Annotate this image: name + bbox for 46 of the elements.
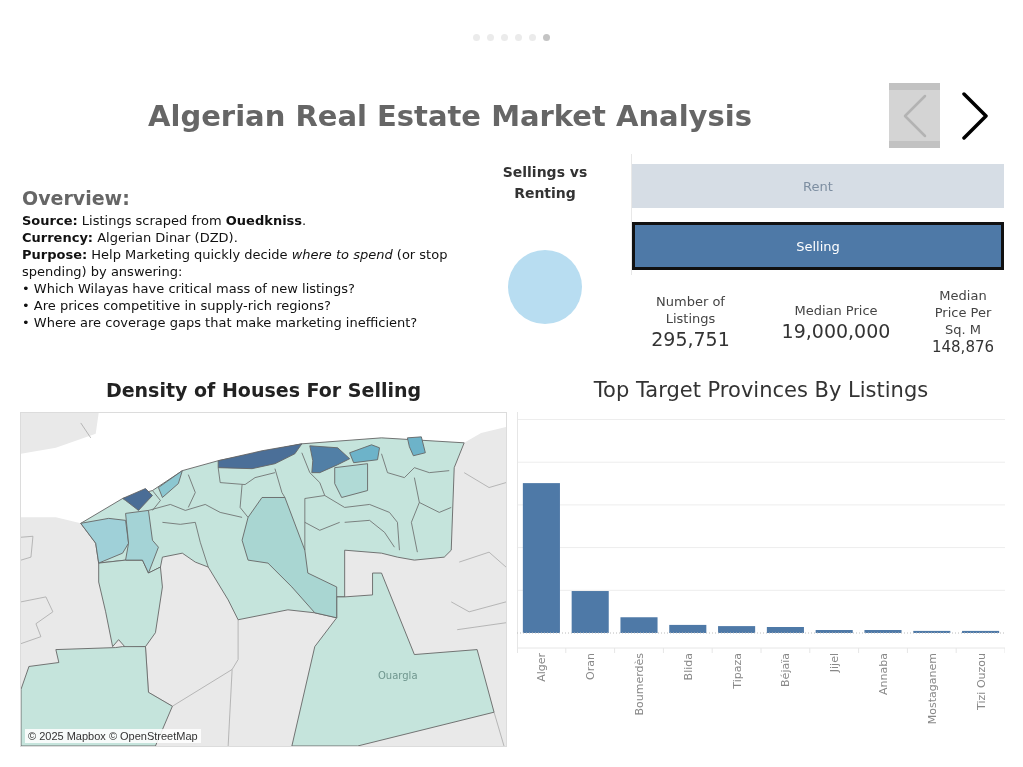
overview-text: • Where are coverage gaps that make marketing inefficient? [22,314,419,331]
chevron-left-icon [901,93,928,138]
axis-label: Béjaïa [779,653,793,687]
map-place-label: Ouargla [378,670,418,681]
bar[interactable] [522,483,560,633]
axis-label: Oran [584,653,598,680]
kpi-label: Median Price [794,301,878,319]
bar[interactable] [669,624,707,633]
overview-text: Source: Listings scraped from Ouedkniss. [22,212,308,229]
axis-label: Alger [535,653,549,682]
bar[interactable] [571,591,609,633]
bar[interactable] [962,630,1000,633]
segment-option[interactable]: Rent [632,164,1004,208]
choropleth-map[interactable] [20,412,507,747]
bar[interactable] [815,630,853,633]
segment-option[interactable]: Selling [632,222,1004,270]
axis-label: Jijel [828,653,842,673]
axis-label: Boumerdès [633,653,646,716]
bar[interactable] [766,627,804,633]
overview-heading: Overview: [22,186,131,210]
dashboard-title: Algerian Real Estate Market Analysis [147,98,753,133]
overview-text: • Which Wilayas have critical mass of new listings? [22,280,356,297]
overview-text: Currency: Algerian Dinar (DZD). [22,229,239,246]
map-title: Density of Houses For Selling [104,378,423,402]
kpi-label: Median Price Per Sq. M [933,287,993,338]
kpi-label: Number of Listings [655,293,726,327]
axis-label: Blida [681,653,695,681]
axis-label: Tipaza [730,653,744,689]
bar[interactable] [718,626,756,633]
axis-label: Annaba [877,653,890,695]
kpi-value: 148,876 [932,338,994,357]
bar[interactable] [864,630,902,633]
axis-label: Mostaganem [925,653,939,725]
map-attribution: © 2025 Mapbox © OpenStreetMap [25,729,201,743]
chart-title: Top Target Provinces By Listings [592,378,930,402]
circle-icon [508,250,582,324]
overview-text: Purpose: Help Marketing quickly decide where to spend (or stop spending) by answering: [22,246,449,280]
page-dot[interactable] [543,34,550,41]
bar[interactable] [620,617,658,633]
overview-text: • Are prices competitive in supply-rich regions? [22,297,332,314]
kpi-value: 19,000,000 [781,318,891,343]
bar[interactable] [913,630,951,633]
axis-label: Tizi Ouzou [974,653,988,710]
kpi-value: 295,751 [651,327,730,351]
chevron-right-icon [961,91,989,140]
filter-title: Sellings vs Renting [501,163,589,203]
